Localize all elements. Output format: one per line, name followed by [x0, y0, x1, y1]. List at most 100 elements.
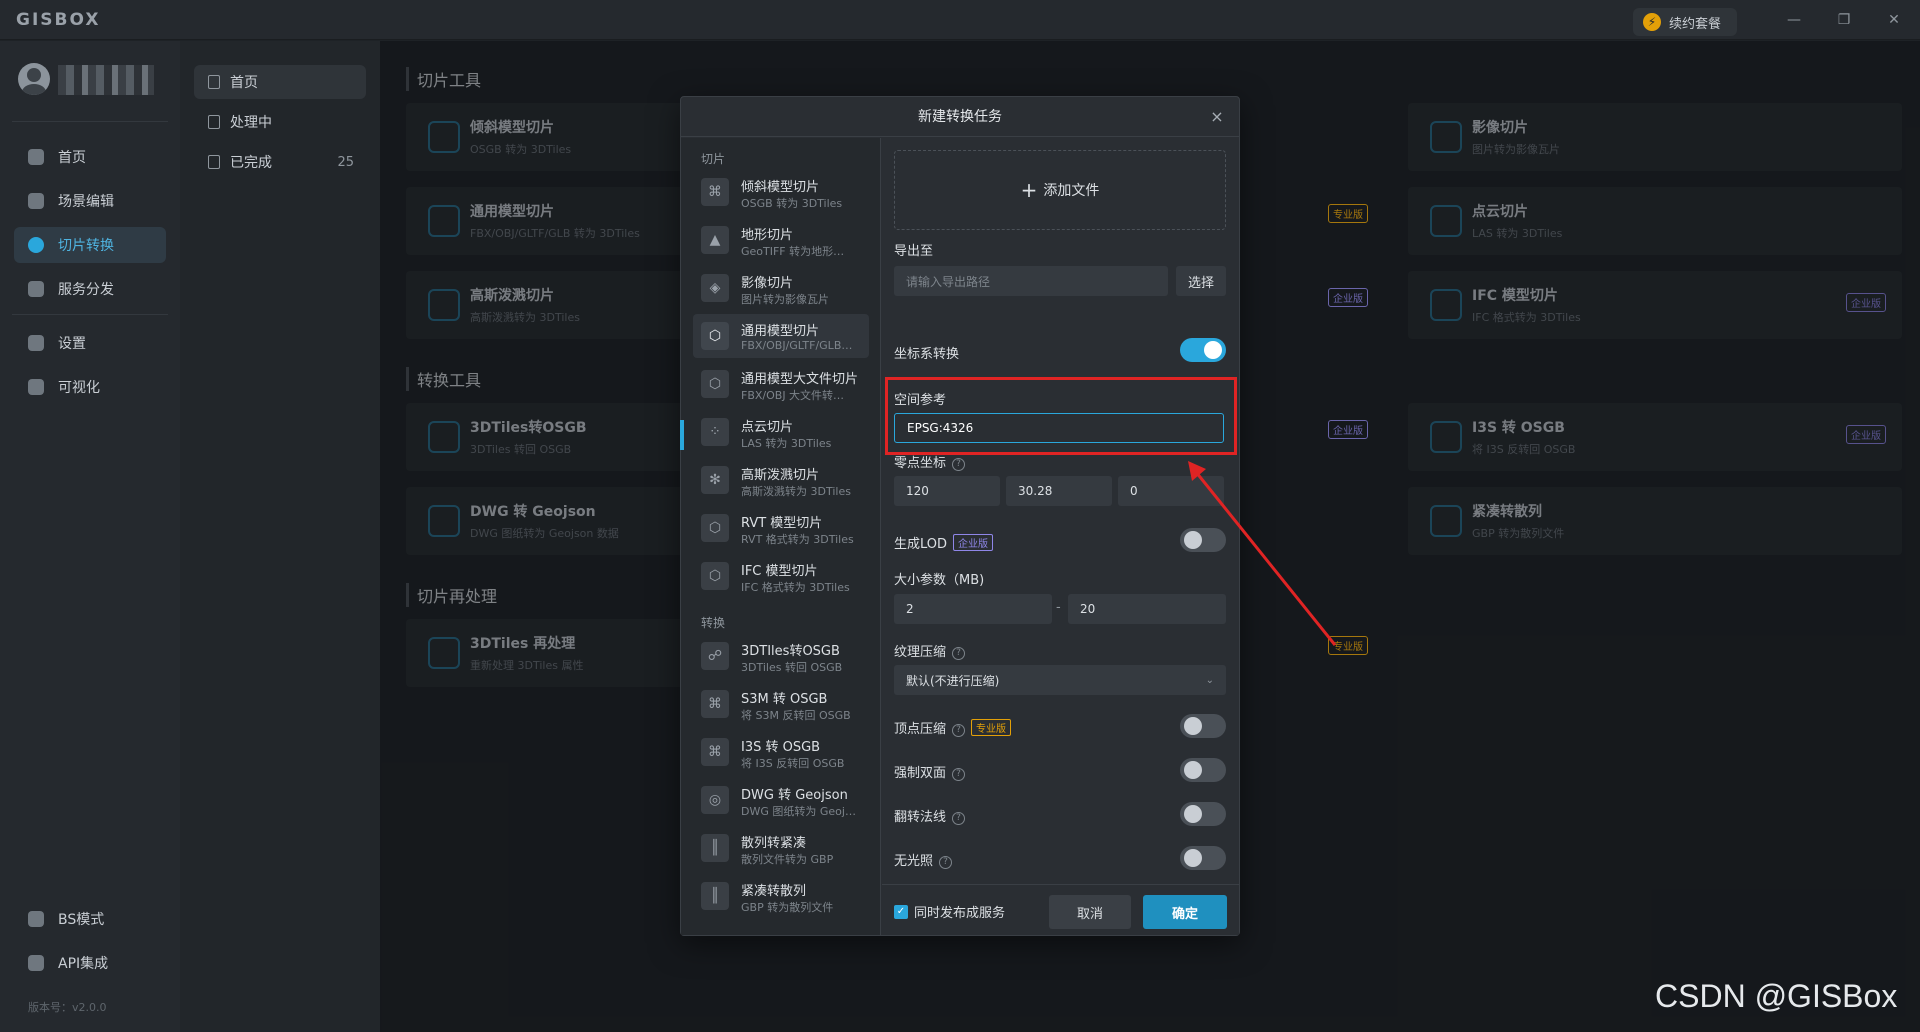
subnav-processing[interactable]: 处理中 [194, 105, 366, 139]
ok-button[interactable]: 确定 [1143, 895, 1227, 929]
double-side-toggle[interactable] [1180, 758, 1226, 782]
task-item-3dtiles-osgb[interactable]: ☍ 3DTIles转OSGB 3DTiles 转回 OSGB [693, 634, 869, 678]
origin-y-input[interactable]: 30.28 [1006, 476, 1112, 506]
task-type-list: 切片 ⌘ 倾斜模型切片 OSGB 转为 3DTiles ▲ 地形切片 GeoTIFF 转… [680, 138, 881, 935]
pro-badge: 专业版 [1328, 204, 1368, 223]
oblique-icon: ⌘ [701, 178, 729, 206]
unlit-toggle[interactable] [1180, 846, 1226, 870]
cube-icon: ⬡ [701, 322, 729, 350]
cancel-button[interactable]: 取消 [1049, 895, 1131, 929]
sidebar-item-service[interactable]: 服务分发 [14, 271, 166, 307]
s3m-icon: ⌘ [701, 690, 729, 718]
sub-nav: 首页 处理中 已完成 25 [180, 41, 380, 1032]
size-separator: - [1056, 600, 1061, 615]
sidebar-item-home[interactable]: 首页 [14, 139, 166, 175]
username-blurred [58, 65, 154, 95]
task-item-dwg[interactable]: ◎ DWG 转 Geojson DWG 图纸转为 Geoj… [693, 778, 869, 822]
help-icon[interactable]: ? [952, 458, 966, 471]
task-item-model[interactable]: ⬡ 通用模型切片 FBX/OBJ/GLTF/GLB… [693, 314, 869, 358]
enterprise-badge: 企业版 [1328, 420, 1368, 439]
task-item-ifc[interactable]: ⬡ IFC 模型切片 IFC 格式转为 3DTiles [693, 554, 869, 598]
enterprise-badge: 企业版 [953, 534, 994, 551]
vertex-toggle[interactable] [1180, 714, 1226, 738]
size-min-input[interactable]: 2 [894, 594, 1052, 624]
selection-indicator [680, 420, 684, 450]
task-item-oblique[interactable]: ⌘ 倾斜模型切片 OSGB 转为 3DTiles [693, 170, 869, 214]
crs-toggle[interactable] [1180, 338, 1226, 362]
sidebar-item-bs-mode[interactable]: BS模式 [14, 901, 166, 937]
highlight-box [885, 377, 1237, 455]
imagery-icon: ◈ [701, 274, 729, 302]
crs-label: 坐标系转换 [894, 347, 960, 362]
dialog-footer: ✓ 同时发布成服务 取消 确定 [882, 884, 1239, 935]
link-icon [28, 955, 44, 971]
avatar[interactable] [18, 63, 50, 95]
sidebar-item-tile-convert[interactable]: 切片转换 [14, 227, 166, 263]
lod-label: 生成LOD 企业版 [894, 533, 994, 552]
enterprise-badge: 企业版 [1328, 288, 1368, 307]
convert-icon [28, 237, 44, 253]
help-icon[interactable]: ? [952, 647, 966, 660]
dwg-icon: ◎ [701, 786, 729, 814]
help-icon[interactable]: ? [952, 724, 966, 737]
gear-icon [28, 335, 44, 351]
cube-icon: ⬡ [701, 562, 729, 590]
double-side-label: 强制双面? [894, 762, 966, 781]
minimize-button[interactable]: — [1782, 8, 1806, 32]
task-item-s3m-osgb[interactable]: ⌘ S3M 转 OSGB 将 S3M 反转回 OSGB [693, 682, 869, 726]
export-path-input[interactable]: 请输入导出路径 [894, 266, 1168, 296]
watermark: CSDN @GISBox [1655, 978, 1898, 1014]
texture-select[interactable]: 默认(不进行压缩) ⌄ [894, 665, 1226, 695]
pointcloud-icon: ⁘ [701, 418, 729, 446]
group-label: 切片 [701, 152, 726, 166]
plus-icon: + [1020, 178, 1038, 202]
visualize-icon [28, 379, 44, 395]
add-file-button[interactable]: + 添加文件 [894, 150, 1226, 230]
vertex-label: 顶点压缩? 专业版 [894, 718, 1012, 737]
task-item-i3s-osgb[interactable]: ⌘ I3S 转 OSGB 将 I3S 反转回 OSGB [693, 730, 869, 774]
task-item-terrain[interactable]: ▲ 地形切片 GeoTIFF 转为地形… [693, 218, 869, 262]
task-item-large-model[interactable]: ⬡ 通用模型大文件切片 FBX/OBJ 大文件转… [693, 362, 869, 406]
restore-button[interactable]: ❐ [1832, 8, 1856, 32]
size-label: 大小参数（MB) [894, 573, 985, 588]
divider [12, 121, 168, 122]
task-item-compact-hash[interactable]: ║ 紧凑转散列 GBP 转为散列文件 [693, 874, 869, 918]
app-logo: GISBOX [16, 10, 101, 30]
origin-x-input[interactable]: 120 [894, 476, 1000, 506]
sidebar-item-settings[interactable]: 设置 [14, 325, 166, 361]
sidebar-item-api[interactable]: API集成 [14, 945, 166, 981]
subnav-home[interactable]: 首页 [194, 65, 366, 99]
choose-button[interactable]: 选择 [1176, 266, 1226, 296]
subnav-done[interactable]: 已完成 25 [194, 145, 366, 179]
cube-icon: ⬡ [701, 514, 729, 542]
sidebar-item-scene-edit[interactable]: 场景编辑 [14, 183, 166, 219]
renew-label: 续约套餐 [1669, 16, 1722, 32]
chevron-down-icon: ⌄ [1205, 674, 1214, 686]
task-item-imagery[interactable]: ◈ 影像切片 图片转为影像瓦片 [693, 266, 869, 310]
group-label: 转换 [701, 616, 726, 630]
barcode-icon: ║ [701, 882, 729, 910]
task-item-hash-compact[interactable]: ║ 散列转紧凑 散列文件转为 GBP [693, 826, 869, 870]
sidebar: 首页 场景编辑 切片转换 服务分发 设置 可视化 BS模式 API集成 版本号：… [0, 41, 180, 1032]
cube-icon [28, 193, 44, 209]
help-icon[interactable]: ? [952, 812, 966, 825]
terrain-icon: ▲ [701, 226, 729, 254]
gaussian-icon: ✻ [701, 466, 729, 494]
task-item-pointcloud[interactable]: ⁘ 点云切片 LAS 转为 3DTiles [693, 410, 869, 454]
flip-normal-toggle[interactable] [1180, 802, 1226, 826]
publish-checkbox[interactable]: ✓ 同时发布成服务 [894, 902, 1005, 921]
home-icon [28, 149, 44, 165]
done-count: 25 [337, 154, 354, 170]
renew-button[interactable]: ⚡ 续约套餐 [1633, 8, 1737, 36]
sidebar-item-visualize[interactable]: 可视化 [14, 369, 166, 405]
convert-icon: ☍ [701, 642, 729, 670]
help-icon[interactable]: ? [939, 856, 953, 869]
close-icon[interactable]: × [1207, 107, 1227, 127]
close-window-button[interactable]: ✕ [1882, 8, 1906, 32]
dialog-title: 新建转换任务 [681, 97, 1239, 137]
barcode-icon: ║ [701, 834, 729, 862]
i3s-icon: ⌘ [701, 738, 729, 766]
task-item-rvt[interactable]: ⬡ RVT 模型切片 RVT 格式转为 3DTiles [693, 506, 869, 550]
help-icon[interactable]: ? [952, 768, 966, 781]
task-item-gaussian[interactable]: ✻ 高斯泼溅切片 高斯泼溅转为 3DTiles [693, 458, 869, 502]
